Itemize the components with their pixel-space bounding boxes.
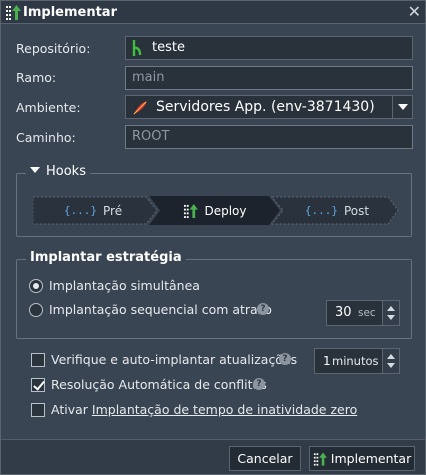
close-icon[interactable]: ✕ [408, 2, 421, 22]
deploy-dialog: Implementar ✕ Repositório: teste Ramo: m… [0, 0, 426, 475]
hooks-legend[interactable]: Hooks [26, 164, 90, 179]
hook-pre[interactable]: {...} Pré [33, 196, 153, 225]
auto-resolve-label[interactable]: Resolução Automática de conflitos [51, 377, 267, 392]
environment-select[interactable]: Servidores App. (env-3871430) [125, 95, 413, 119]
path-value: ROOT [132, 129, 170, 144]
repository-value: teste [152, 40, 185, 55]
delay-value: 30 [335, 305, 352, 320]
path-label: Caminho: [16, 130, 76, 145]
help-icon[interactable]: ? [279, 353, 291, 365]
implement-button[interactable]: Implementar [309, 446, 415, 471]
deploy-icon [184, 203, 199, 218]
repository-label: Repositório: [16, 41, 91, 56]
deploy-icon [313, 451, 327, 466]
radio-sequential[interactable] [29, 303, 43, 317]
collapse-triangle-icon [30, 167, 40, 173]
radio-sequential-label[interactable]: Implantação sequencial com atraso [49, 302, 272, 317]
auto-resolve-checkbox[interactable] [31, 378, 45, 392]
stepper-down-icon[interactable] [387, 315, 395, 320]
curly-braces-icon: {...} [63, 204, 98, 217]
radio-simultaneous-label[interactable]: Implantação simultânea [49, 278, 200, 293]
branch-input[interactable]: main [125, 66, 413, 90]
strategy-legend: Implantar estratégia [26, 250, 186, 265]
branch-value: main [132, 70, 165, 85]
stepper-down-icon[interactable] [387, 363, 395, 368]
path-input[interactable]: ROOT [125, 125, 413, 149]
feather-icon [133, 101, 147, 115]
zero-downtime-link[interactable]: Implantação de tempo de inatividade zero [92, 402, 357, 417]
auto-update-interval-buttons[interactable] [382, 349, 399, 373]
chevron-down-icon [398, 104, 408, 110]
zero-downtime-label: Ativar Implantação de tempo de inativida… [51, 402, 358, 417]
git-branch-icon [132, 40, 142, 56]
curly-braces-icon: {...} [304, 204, 338, 217]
auto-update-interval-stepper[interactable]: 1 minutos [314, 348, 400, 374]
dialog-titlebar[interactable]: Implementar ✕ [1, 1, 425, 24]
branch-label: Ramo: [16, 70, 57, 85]
delay-unit: sec [358, 307, 376, 319]
help-icon[interactable]: ? [257, 303, 269, 315]
strategy-fieldset [16, 259, 412, 339]
hooks-bar: {...} Pré Deploy {...} Post [33, 196, 399, 225]
delay-stepper-buttons[interactable] [382, 301, 399, 325]
auto-update-interval-unit: minutos [332, 354, 379, 368]
stepper-up-icon[interactable] [387, 306, 395, 311]
environment-label: Ambiente: [16, 100, 81, 115]
help-icon[interactable]: ? [253, 378, 265, 390]
auto-update-interval-value: 1 [323, 354, 331, 368]
zero-downtime-checkbox[interactable] [31, 403, 45, 417]
radio-simultaneous[interactable] [29, 279, 43, 293]
environment-value: Servidores App. (env-3871430) [156, 99, 375, 115]
dialog-title: Implementar [23, 5, 117, 20]
hook-post[interactable]: {...} Post [279, 196, 395, 225]
repository-field[interactable]: teste [125, 36, 413, 60]
environment-dropdown-button[interactable] [392, 96, 412, 118]
cancel-button[interactable]: Cancelar [229, 446, 301, 471]
deploy-icon [6, 5, 21, 20]
delay-stepper[interactable]: 30 sec [326, 300, 400, 326]
hook-deploy[interactable]: Deploy [157, 196, 273, 225]
auto-update-checkbox[interactable] [31, 353, 45, 367]
stepper-up-icon[interactable] [387, 354, 395, 359]
auto-update-label[interactable]: Verifique e auto-implantar atualizações [51, 352, 297, 367]
